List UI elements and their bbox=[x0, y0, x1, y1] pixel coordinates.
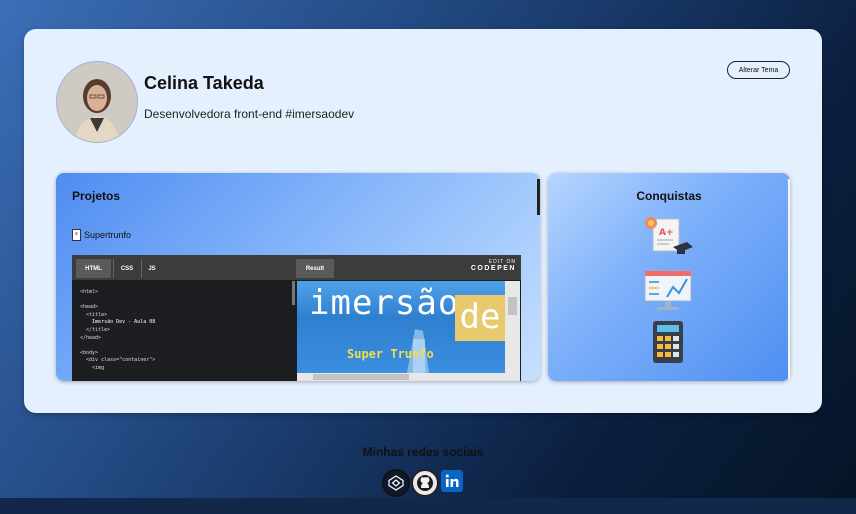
achievements-title: Conquistas bbox=[636, 189, 702, 203]
change-theme-button[interactable]: Alterar Tema bbox=[727, 61, 790, 79]
social-section-title: Minhas redes sociais bbox=[362, 445, 484, 459]
edit-on-codepen-link[interactable]: EDIT ON CODEPEN bbox=[471, 259, 516, 272]
result-vertical-thumb[interactable] bbox=[508, 297, 517, 315]
profile-name: Celina Takeda bbox=[144, 73, 264, 93]
tab-js[interactable]: JS bbox=[141, 259, 162, 278]
codepen-icon bbox=[388, 475, 404, 491]
codepen-brand: CODEPEN bbox=[470, 265, 516, 272]
code-editor-scrollbar[interactable] bbox=[292, 281, 295, 305]
tab-html[interactable]: HTML bbox=[76, 259, 111, 278]
file-icon: ≡ bbox=[72, 229, 81, 241]
tab-css[interactable]: CSS bbox=[113, 259, 140, 278]
codepen-embed[interactable]: HTML CSS JS Result EDIT ON CODEPEN <html… bbox=[72, 255, 521, 381]
analytics-board-icon bbox=[644, 270, 692, 310]
github-icon bbox=[417, 475, 433, 491]
page-bottom-strip bbox=[0, 498, 856, 514]
codepen-link[interactable] bbox=[382, 469, 410, 497]
result-horizontal-scrollbar[interactable] bbox=[297, 373, 520, 381]
result-banner: imersão bbox=[309, 283, 460, 323]
result-vertical-scrollbar[interactable] bbox=[505, 281, 520, 373]
projects-title: Projetos bbox=[72, 189, 121, 203]
linkedin-link[interactable] bbox=[441, 470, 463, 492]
tab-result[interactable]: Result bbox=[296, 259, 334, 278]
result-subtitle: Super Trunfo bbox=[347, 347, 434, 361]
github-link[interactable] bbox=[411, 469, 439, 497]
avatar bbox=[56, 61, 138, 143]
result-horizontal-thumb[interactable] bbox=[313, 374, 409, 380]
result-banner-box: de bbox=[455, 295, 505, 341]
profile-card: Celina Takeda Desenvolvedora front-end #… bbox=[24, 29, 822, 413]
calculator-icon bbox=[653, 321, 683, 363]
code-editor: <html> <head> <title> Imersão Dev - Aula… bbox=[80, 289, 156, 371]
project-link-supertrunfo[interactable]: ≡ Supertrunfo bbox=[72, 229, 131, 241]
achievements-panel: Conquistas A+ bbox=[548, 173, 790, 381]
svg-text:A+: A+ bbox=[659, 228, 674, 238]
result-preview: imersão de Super Trunfo bbox=[297, 281, 520, 381]
linkedin-icon bbox=[445, 474, 459, 487]
profile-bio: Desenvolvedora front-end #imersaodev bbox=[144, 107, 355, 121]
projects-panel: Projetos ≡ Supertrunfo HTML CSS JS Resul… bbox=[56, 173, 540, 381]
project-link-label: Supertrunfo bbox=[84, 230, 132, 240]
certificate-icon: A+ bbox=[645, 217, 693, 254]
codepen-toolbar: HTML CSS JS Result EDIT ON CODEPEN bbox=[72, 255, 521, 280]
achievements-scrollbar[interactable] bbox=[788, 179, 790, 379]
projects-scrollbar[interactable] bbox=[537, 179, 540, 215]
result-background: imersão de Super Trunfo bbox=[297, 281, 505, 373]
